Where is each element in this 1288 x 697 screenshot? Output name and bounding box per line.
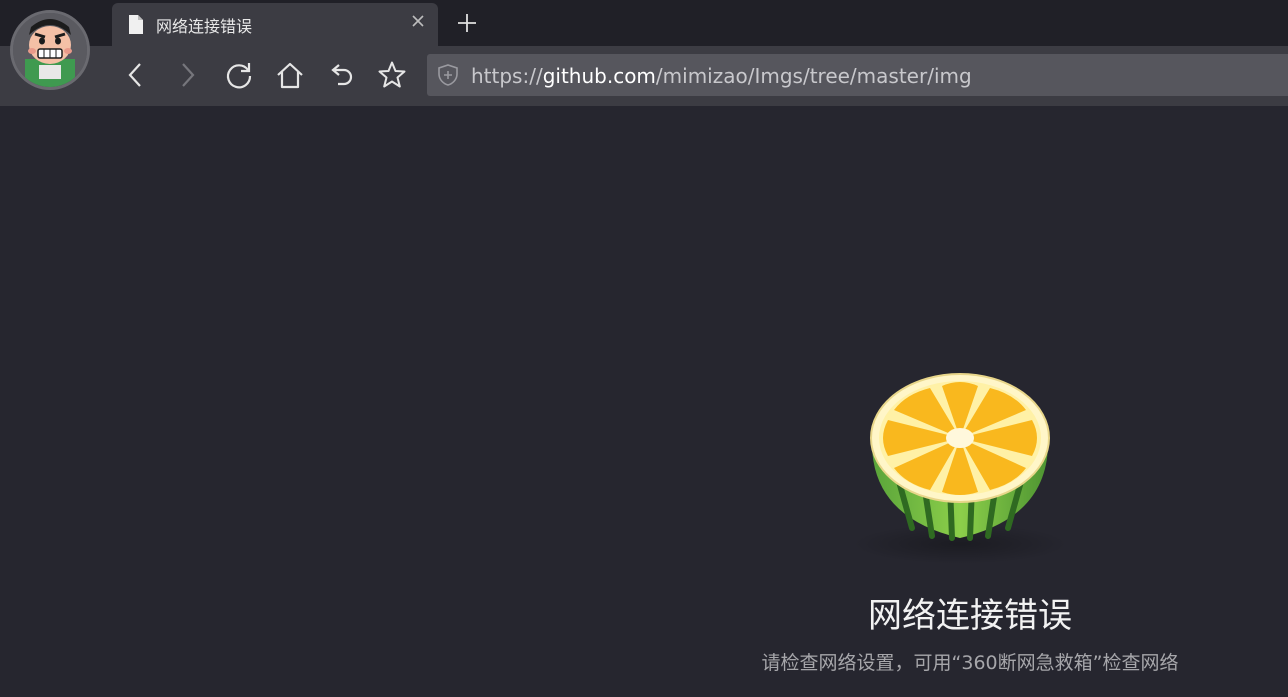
tab-strip: 网络连接错误 — [0, 0, 1288, 46]
forward-icon — [182, 63, 195, 87]
url-scheme: https:// — [471, 64, 543, 88]
avatar[interactable] — [10, 10, 90, 90]
document-icon — [129, 15, 143, 34]
forward-button[interactable] — [172, 60, 202, 90]
shield-icon[interactable] — [437, 64, 459, 86]
home-button[interactable] — [275, 60, 305, 90]
reload-icon — [226, 63, 252, 89]
error-title: 网络连接错误 — [868, 596, 1072, 636]
error-subtitle: 请检查网络设置，可用“360断网急救箱”检查网络 — [761, 652, 1179, 674]
tab-active[interactable]: 网络连接错误 — [112, 3, 438, 46]
new-tab-icon[interactable] — [456, 12, 478, 34]
star-icon — [378, 61, 406, 88]
url-path: /mimizao/Imgs/tree/master/img — [655, 64, 972, 88]
undo-icon — [331, 64, 353, 86]
url-host: github.com — [542, 64, 656, 88]
url-text[interactable]: https://github.com/mimizao/Imgs/tree/mas… — [471, 64, 972, 88]
reload-button[interactable] — [224, 60, 254, 90]
undo-button[interactable] — [326, 60, 356, 90]
browser-window: 网络连接错误 https://github.com/mimizao/Imgs/t… — [0, 0, 1288, 697]
back-button[interactable] — [121, 60, 151, 90]
tab-title: 网络连接错误 — [156, 17, 253, 36]
address-bar[interactable]: https://github.com/mimizao/Imgs/tree/mas… — [427, 54, 1288, 96]
back-icon — [128, 63, 141, 87]
toolbar: https://github.com/mimizao/Imgs/tree/mas… — [0, 46, 1288, 106]
cartoon-avatar-icon — [13, 13, 87, 87]
home-icon — [277, 62, 303, 89]
bookmark-button[interactable] — [377, 60, 407, 90]
close-tab-icon[interactable] — [412, 15, 424, 27]
watermelon-lemon-icon — [852, 373, 1068, 564]
